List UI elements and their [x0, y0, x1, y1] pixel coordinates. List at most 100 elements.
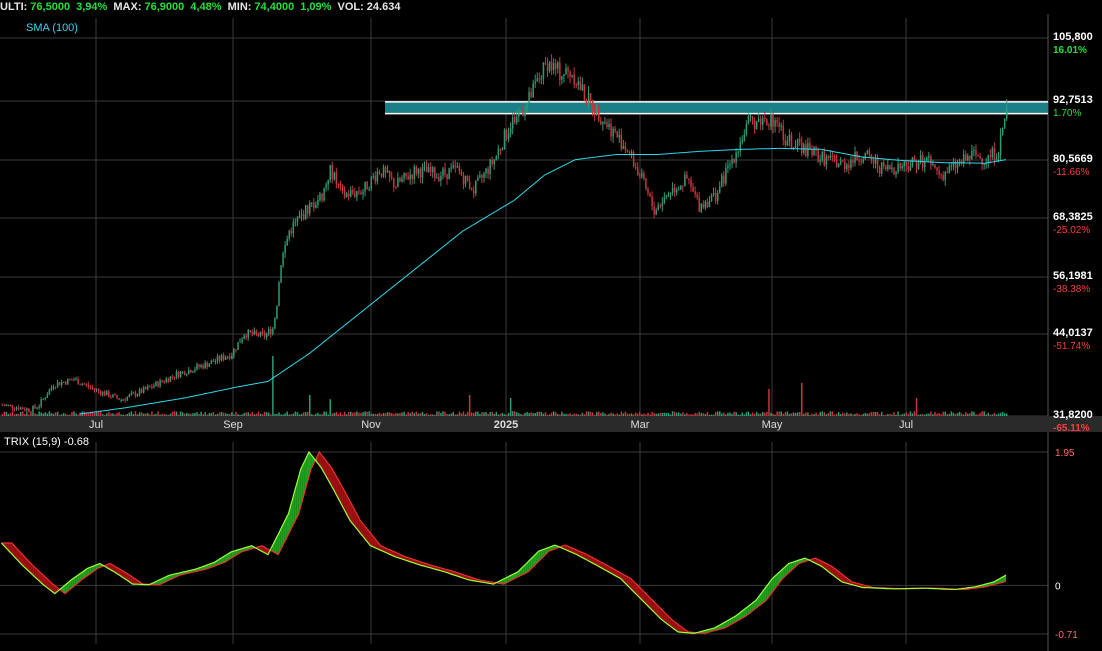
volume-bar: [655, 413, 657, 416]
candle: [848, 164, 850, 168]
candle: [34, 405, 36, 408]
volume-bar: [975, 414, 977, 416]
candle: [602, 122, 604, 125]
candle: [454, 165, 457, 167]
candle: [313, 202, 315, 208]
volume-bar: [157, 411, 159, 416]
candle: [770, 115, 772, 127]
candle: [550, 61, 553, 71]
candle: [448, 168, 450, 180]
candle: [651, 196, 653, 207]
candle: [772, 115, 774, 127]
candle: [637, 167, 639, 175]
volume-bar: [335, 411, 338, 416]
candle: [366, 181, 368, 190]
candle: [514, 117, 516, 123]
volume-bar: [509, 398, 512, 416]
volume-bar: [782, 413, 785, 416]
volume-bar: [641, 414, 643, 416]
candle: [784, 139, 787, 146]
candle: [647, 188, 649, 194]
candle: [280, 265, 282, 283]
volume-bar: [702, 413, 705, 416]
candle: [434, 167, 436, 179]
candle: [138, 389, 141, 395]
volume-bar: [356, 411, 358, 416]
candle: [19, 407, 22, 410]
volume-bar: [511, 411, 514, 416]
trix-legend: TRIX (15,9) -0.68: [4, 436, 89, 448]
candle: [995, 158, 998, 160]
candle: [413, 166, 416, 180]
volume-bar: [692, 414, 694, 416]
candle: [630, 152, 633, 154]
volume-bar: [743, 414, 746, 416]
candle: [1001, 128, 1004, 135]
candle: [253, 330, 256, 335]
volume-bar: [862, 413, 864, 416]
volume-bar: [395, 412, 397, 416]
candle: [268, 329, 270, 334]
candle: [11, 405, 14, 409]
candle: [130, 393, 133, 395]
candle: [224, 357, 227, 360]
volume-bar: [204, 412, 206, 416]
candle: [546, 63, 549, 72]
candle: [386, 170, 389, 173]
candle: [446, 173, 448, 180]
volume-bar: [202, 413, 204, 416]
candle: [534, 81, 536, 84]
volume-bar: [983, 411, 985, 416]
candle: [91, 387, 94, 389]
candle: [569, 71, 571, 77]
sma-legend: SMA (100): [26, 22, 78, 34]
volume-bar: [741, 412, 744, 416]
candle: [675, 189, 678, 193]
volume-bar: [50, 413, 53, 416]
volume-bar: [753, 413, 756, 416]
volume-bar: [190, 413, 192, 416]
candle: [440, 175, 442, 181]
candle: [786, 141, 789, 146]
volume-bar: [454, 414, 457, 416]
candle: [876, 158, 879, 168]
candle: [686, 174, 688, 179]
volume-bar: [370, 413, 372, 416]
volume-bar: [874, 412, 877, 416]
price-chart[interactable]: Jul Sep Nov 2025 Mar May Jul 105,800 16.01% 92,75…: [0, 0, 1102, 651]
candle: [208, 363, 211, 367]
candle: [46, 394, 49, 398]
candle: [948, 165, 951, 173]
candle: [464, 175, 467, 185]
volume-bar: [833, 414, 836, 416]
candle: [249, 329, 252, 333]
volume-bar: [444, 411, 446, 416]
volume-bar: [673, 411, 676, 416]
candle: [858, 160, 860, 162]
candle: [946, 172, 949, 174]
candle: [155, 381, 157, 386]
candle: [42, 398, 44, 400]
candle: [15, 407, 18, 410]
candle: [780, 125, 782, 127]
volume-bar: [224, 413, 227, 416]
volume-bar: [868, 413, 871, 416]
volume-bar: [557, 413, 559, 416]
candle: [183, 371, 186, 376]
volume-bar: [120, 414, 122, 416]
volume-bar: [751, 412, 754, 416]
volume-bar: [552, 411, 555, 416]
volume-bar: [561, 411, 563, 416]
volume-bar: [44, 412, 47, 416]
volume-bar: [388, 412, 391, 416]
candle: [216, 356, 219, 362]
volume-bar: [544, 412, 547, 416]
volume-bar: [721, 413, 723, 416]
candle: [110, 397, 112, 399]
candle: [194, 369, 196, 372]
volume-bar: [577, 414, 580, 416]
candle: [909, 166, 912, 171]
volume-bar: [249, 413, 252, 416]
volume-bar: [233, 414, 235, 416]
volume-bar: [573, 413, 575, 416]
